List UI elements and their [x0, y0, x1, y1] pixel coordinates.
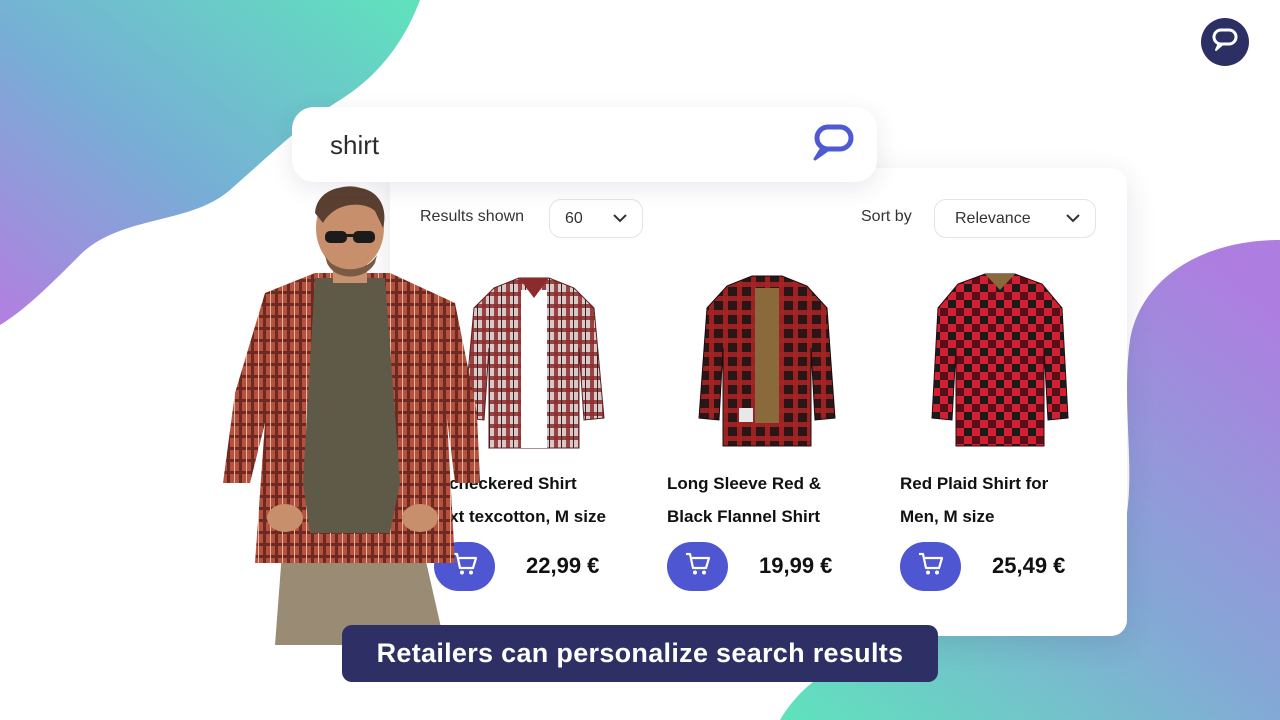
- cart-icon: [685, 552, 711, 581]
- search-bar: [292, 107, 877, 182]
- product-title-line: Long Sleeve Red &: [667, 474, 821, 493]
- product-title[interactable]: Red Plaid Shirt for Men, M size: [900, 467, 1100, 533]
- results-count-dropdown[interactable]: 60: [549, 199, 643, 238]
- product-image-flannel-shirt[interactable]: [667, 268, 867, 458]
- product-title[interactable]: Long Sleeve Red & Black Flannel Shirt: [667, 467, 867, 533]
- chat-search-icon: [809, 123, 857, 168]
- chevron-down-icon: [1065, 210, 1081, 228]
- product-price: 22,99 €: [526, 553, 600, 578]
- product-price: 25,49 €: [992, 553, 1066, 578]
- product-image-red-plaid-shirt[interactable]: [900, 268, 1100, 458]
- chat-bubble-icon: [1210, 26, 1240, 59]
- product-title-line: Black Flannel Shirt: [667, 507, 821, 526]
- results-count-value: 60: [565, 209, 583, 227]
- search-input[interactable]: [330, 129, 790, 161]
- search-button[interactable]: [807, 123, 859, 167]
- cart-icon: [918, 552, 944, 581]
- add-to-cart-button[interactable]: [667, 542, 728, 591]
- caption-banner: Retailers can personalize search results: [342, 625, 938, 682]
- sort-by-label: Sort by: [861, 208, 912, 225]
- sort-dropdown[interactable]: Relevance: [934, 199, 1096, 238]
- product-card[interactable]: Long Sleeve Red & Black Flannel Shirt 19…: [667, 268, 867, 598]
- add-to-cart-button[interactable]: [900, 542, 961, 591]
- product-title-line: Men, M size: [900, 507, 995, 526]
- chevron-down-icon: [612, 210, 628, 228]
- model-photo: [215, 183, 485, 645]
- sort-value: Relevance: [955, 209, 1031, 227]
- product-title-line: Red Plaid Shirt for: [900, 474, 1049, 493]
- results-panel: Results shown 60 Sort by Relevance d che…: [390, 168, 1127, 636]
- brand-logo[interactable]: [1201, 18, 1249, 66]
- product-price: 19,99 €: [759, 553, 833, 578]
- product-card[interactable]: Red Plaid Shirt for Men, M size 25,49 €: [900, 268, 1100, 598]
